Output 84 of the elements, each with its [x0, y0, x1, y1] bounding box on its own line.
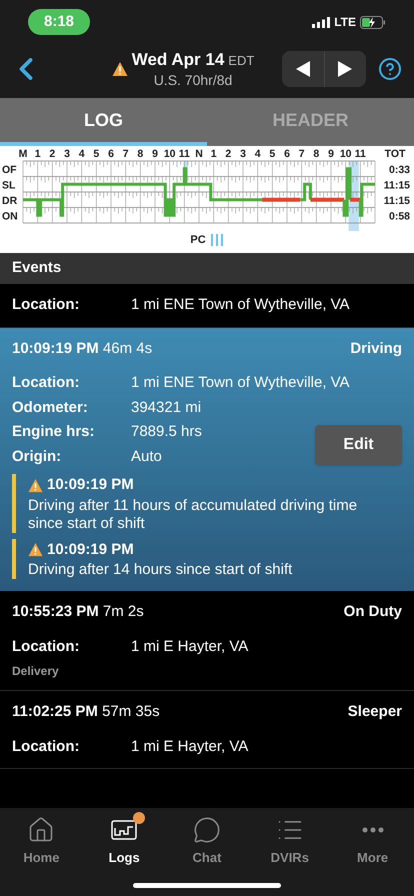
- nav-tab[interactable]: Home: [0, 816, 83, 868]
- help-button[interactable]: [378, 57, 402, 81]
- field-value: Auto: [131, 446, 163, 466]
- nav-tab[interactable]: Logs: [82, 816, 166, 868]
- field-label: Origin:: [12, 446, 62, 466]
- hour-label: 5: [93, 148, 100, 160]
- hour-label: 4: [254, 148, 261, 160]
- field-label: Location:: [12, 636, 80, 656]
- right-triangle-icon: [338, 61, 352, 77]
- hour-label: 11: [178, 148, 190, 160]
- hour-label: N: [195, 148, 203, 160]
- event-time: 10:55:23 PM 7m 2s: [12, 602, 144, 622]
- alert-time: 10:09:19 PM: [47, 475, 134, 495]
- hour-label: 9: [152, 148, 158, 160]
- hour-label: 10: [340, 148, 352, 160]
- total-heading: TOT: [384, 148, 406, 160]
- field-label: Location:: [12, 736, 80, 756]
- hour-label: 5: [269, 148, 276, 160]
- hour-label: 1: [34, 148, 41, 160]
- hour-label: 1: [210, 148, 217, 160]
- status-label: DR: [2, 194, 18, 207]
- event-status: On Duty: [344, 602, 402, 622]
- hour-label: 3: [64, 148, 70, 160]
- log-graph-icon: [111, 820, 138, 840]
- status-total: 11:15: [384, 194, 410, 207]
- events-heading: Events: [0, 253, 414, 284]
- hour-label: 9: [328, 148, 334, 160]
- event-status: Driving: [350, 338, 402, 358]
- hour-label: 2: [225, 148, 232, 160]
- hour-label: 6: [284, 148, 290, 160]
- status-total: 0:58: [388, 210, 410, 222]
- hour-label: 4: [78, 148, 85, 160]
- field-value: 1 mi E Hayter, VA: [131, 736, 250, 756]
- hour-label: 7: [122, 148, 129, 160]
- alert-time: 10:09:19 PM: [47, 540, 134, 560]
- signal-icon: [312, 16, 330, 28]
- field-label: Engine hrs:: [12, 422, 96, 442]
- hour-label: 3: [240, 148, 246, 160]
- more-icon: [362, 827, 384, 833]
- field-label: Location:: [12, 373, 80, 393]
- warning-icon: [28, 542, 43, 558]
- event-note: Delivery: [12, 663, 60, 680]
- home-icon: [27, 816, 56, 844]
- event-time: 10:09:19 PM 46m 4s: [12, 338, 152, 358]
- network-label: LTE: [334, 14, 356, 31]
- field-label: Odometer:: [12, 398, 89, 418]
- alert-text: Driving after 11 hours of accumulated driving time since start of shift: [28, 496, 358, 532]
- status-label: ON: [2, 210, 18, 222]
- status-label: SL: [2, 179, 16, 192]
- log-date: Wed Apr 14: [132, 48, 224, 71]
- nav-tab[interactable]: DVIRs: [248, 816, 332, 868]
- status-label: OF: [2, 164, 17, 176]
- hour-label: M: [18, 148, 28, 160]
- field-value: 394321 mi: [131, 398, 202, 418]
- pc-bars-icon: [210, 234, 224, 246]
- warning-icon: [28, 478, 43, 493]
- status-total: 0:33: [388, 164, 410, 176]
- status-total: 11:15: [384, 179, 410, 192]
- timezone-label: EDT: [228, 52, 254, 70]
- field-value: 1 mi E Hayter, VA: [131, 636, 250, 656]
- ruleset-label: U.S. 70hr/8d: [154, 71, 232, 90]
- pc-label: PC: [190, 233, 206, 248]
- field-label: Location:: [12, 295, 80, 315]
- hour-label: 2: [49, 148, 56, 160]
- battery-charging-icon: [360, 16, 386, 28]
- hour-label: 6: [108, 148, 114, 160]
- clock-pill: 8:18: [28, 8, 90, 36]
- hour-label: 8: [137, 148, 144, 160]
- hour-label: 10: [164, 148, 176, 160]
- selected-event-card[interactable]: [0, 328, 414, 591]
- edit-button[interactable]: Edit: [315, 424, 402, 464]
- alert-text: Driving after 14 hours since start of shift: [28, 561, 294, 579]
- field-value: 7889.5 hrs: [131, 422, 203, 442]
- chat-icon: [192, 816, 221, 844]
- hour-label: 8: [313, 148, 320, 160]
- event-time: 11:02:25 PM 57m 35s: [12, 702, 160, 722]
- left-triangle-icon: [296, 61, 310, 77]
- nav-tab[interactable]: More: [331, 816, 414, 868]
- nav-tab[interactable]: Chat: [166, 816, 248, 868]
- field-value: 1 mi ENE Town of Wytheville, VA: [131, 373, 351, 393]
- field-value: 1 mi ENE Town of Wytheville, VA: [131, 295, 351, 315]
- hour-label: 11: [354, 148, 366, 160]
- hour-label: 7: [298, 148, 305, 160]
- event-status: Sleeper: [348, 702, 402, 722]
